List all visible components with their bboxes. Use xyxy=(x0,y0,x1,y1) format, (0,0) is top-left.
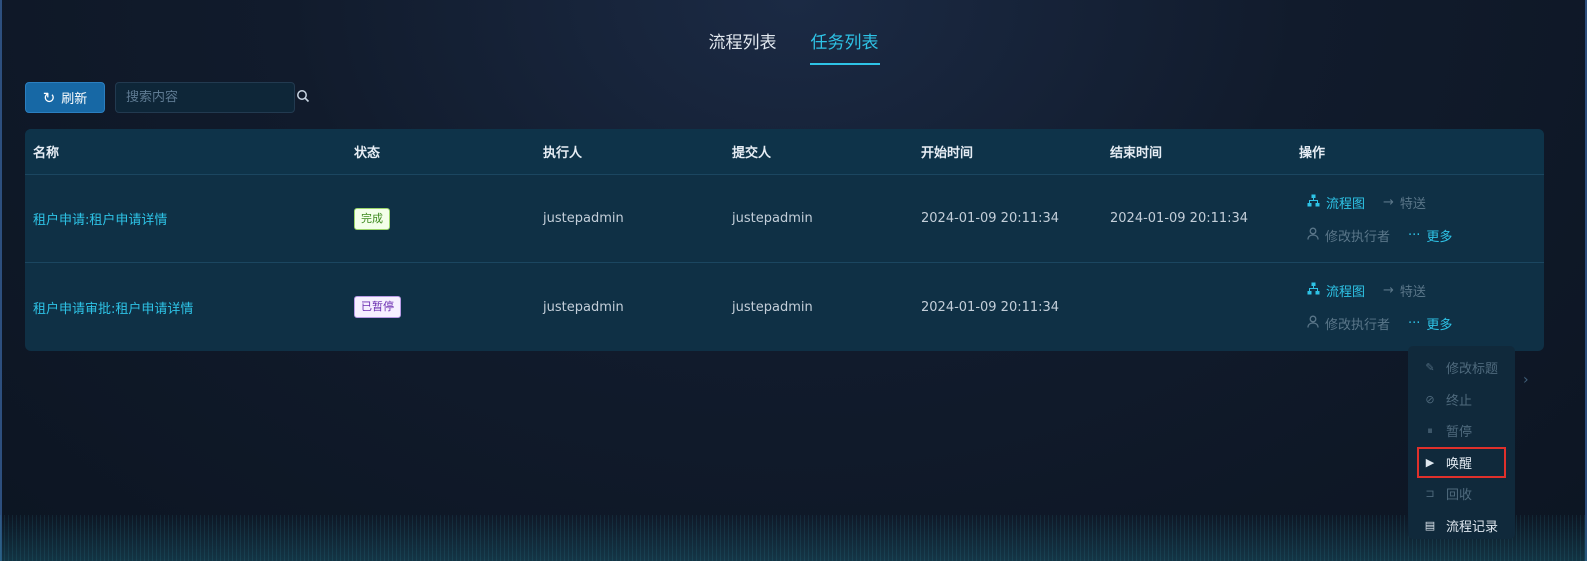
col-name: 名称 xyxy=(33,146,60,161)
status-badge: 已暂停 xyxy=(354,296,401,318)
tab-task-list[interactable]: 任务列表 xyxy=(809,28,880,65)
user-icon xyxy=(1307,315,1319,332)
toolbar: ↻ 刷新 xyxy=(25,82,310,113)
more-button[interactable]: ··· 更多 xyxy=(1408,314,1452,333)
menu-item-label: 暂停 xyxy=(1446,425,1473,441)
more-label: 更多 xyxy=(1426,318,1453,333)
refresh-icon: ↻ xyxy=(42,88,56,107)
change-executor-label: 修改执行者 xyxy=(1325,318,1391,333)
col-end-time: 结束时间 xyxy=(1110,146,1163,161)
tab-process-list[interactable]: 流程列表 xyxy=(708,28,778,65)
change-executor-button[interactable]: 修改执行者 xyxy=(1307,314,1390,333)
status-badge: 完成 xyxy=(354,207,390,230)
actions-cell: 流程图 → 特送 修改执行者 ··· 更多 xyxy=(1291,281,1544,333)
end-time-cell: 2024-01-09 20:11:34 xyxy=(1110,211,1249,226)
table-row: 租户申请审批:租户申请详情 已暂停 justepadmin justepadmi… xyxy=(25,263,1544,351)
tab-bar: 流程列表 任务列表 xyxy=(0,28,1587,65)
forward-label: 特送 xyxy=(1399,196,1426,212)
table-header: 名称 状态 执行人 提交人 开始时间 结束时间 操作 xyxy=(25,129,1544,175)
executor-cell: justepadmin xyxy=(543,299,624,315)
refresh-label: 刷新 xyxy=(61,92,88,107)
search-input[interactable] xyxy=(126,90,296,105)
flowchart-button[interactable]: 流程图 xyxy=(1307,281,1365,300)
col-status: 状态 xyxy=(354,146,381,161)
document-icon: ▤ xyxy=(1424,518,1436,532)
ellipsis-icon: ··· xyxy=(1408,227,1421,243)
menu-item-edit-title[interactable]: ✎ 修改标题 xyxy=(1408,352,1515,384)
user-icon xyxy=(1307,227,1319,244)
return-icon: ⊐ xyxy=(1425,487,1435,501)
hierarchy-icon xyxy=(1307,282,1320,299)
col-actions: 操作 xyxy=(1299,146,1326,161)
forward-label: 特送 xyxy=(1399,285,1426,300)
table-row: 租户申请:租户申请详情 完成 justepadmin justepadmin 2… xyxy=(25,175,1544,263)
refresh-button[interactable]: ↻ 刷新 xyxy=(25,82,105,113)
flowchart-label: 流程图 xyxy=(1326,196,1366,212)
col-submitter: 提交人 xyxy=(732,146,772,161)
menu-item-terminate[interactable]: ⊘ 终止 xyxy=(1408,384,1515,416)
col-executor: 执行人 xyxy=(543,146,583,161)
executor-cell: justepadmin xyxy=(543,211,624,226)
menu-item-label: 终止 xyxy=(1446,393,1473,409)
arrow-right-icon: → xyxy=(1383,283,1394,298)
background-wave xyxy=(0,515,1587,561)
more-button[interactable]: ··· 更多 xyxy=(1408,226,1452,245)
hierarchy-icon xyxy=(1307,194,1320,211)
play-icon: ▶ xyxy=(1425,455,1435,469)
more-dropdown-menu: ✎ 修改标题 ⊘ 终止 ⏸ 暂停 ▶ 唤醒 ⊐ 回收 ▤ 流程记录 xyxy=(1408,346,1515,539)
frame-edge-left xyxy=(0,0,2,561)
forward-button[interactable]: → 特送 xyxy=(1383,281,1426,300)
search-icon[interactable] xyxy=(296,89,310,107)
chevron-right-icon[interactable]: › xyxy=(1523,372,1529,388)
menu-item-label: 唤醒 xyxy=(1446,456,1473,472)
menu-item-pause[interactable]: ⏸ 暂停 xyxy=(1408,415,1515,447)
more-label: 更多 xyxy=(1426,229,1453,245)
flowchart-label: 流程图 xyxy=(1326,285,1366,300)
menu-item-process-log[interactable]: ▤ 流程记录 xyxy=(1408,510,1515,542)
flowchart-button[interactable]: 流程图 xyxy=(1307,193,1365,212)
pause-icon: ⏸ xyxy=(1427,423,1433,437)
menu-item-label: 回收 xyxy=(1446,488,1473,504)
actions-cell: 流程图 → 特送 修改执行者 ··· 更多 xyxy=(1291,193,1544,245)
change-executor-button[interactable]: 修改执行者 xyxy=(1307,226,1390,245)
menu-item-label: 流程记录 xyxy=(1446,519,1499,535)
menu-item-recall[interactable]: ⊐ 回收 xyxy=(1408,478,1515,510)
arrow-right-icon: → xyxy=(1383,194,1394,210)
start-time-cell: 2024-01-09 20:11:34 xyxy=(921,299,1060,315)
search-box xyxy=(115,82,310,113)
change-executor-label: 修改执行者 xyxy=(1325,229,1391,245)
pencil-icon: ✎ xyxy=(1425,361,1435,375)
submitter-cell: justepadmin xyxy=(732,211,813,226)
menu-item-resume[interactable]: ▶ 唤醒 xyxy=(1417,446,1506,478)
col-start-time: 开始时间 xyxy=(921,146,974,161)
forward-button[interactable]: → 特送 xyxy=(1383,193,1426,212)
ban-icon: ⊘ xyxy=(1425,392,1435,406)
ellipsis-icon: ··· xyxy=(1408,316,1421,331)
submitter-cell: justepadmin xyxy=(732,299,813,315)
task-name-link[interactable]: 租户申请:租户申请详情 xyxy=(33,213,167,228)
task-name-link[interactable]: 租户申请审批:租户申请详情 xyxy=(33,302,193,317)
menu-item-label: 修改标题 xyxy=(1446,362,1499,378)
start-time-cell: 2024-01-09 20:11:34 xyxy=(921,211,1060,226)
task-table: 名称 状态 执行人 提交人 开始时间 结束时间 操作 租户申请:租户申请详情 完… xyxy=(25,129,1544,351)
